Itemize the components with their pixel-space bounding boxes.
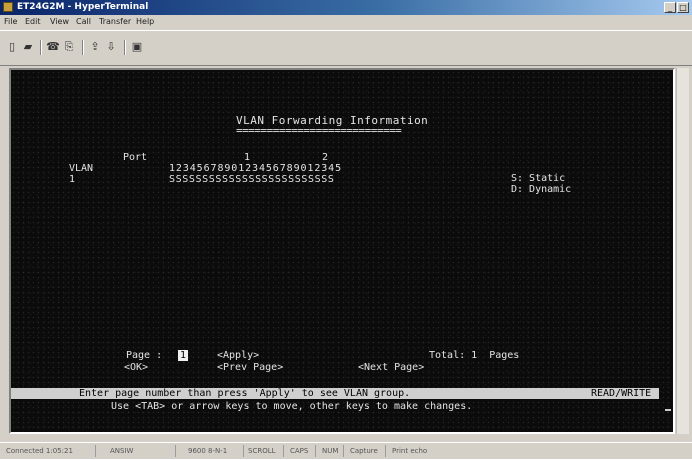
menu-call[interactable]: Call bbox=[76, 15, 91, 29]
send-icon[interactable]: ⇪ bbox=[88, 40, 102, 54]
status-separator bbox=[283, 445, 284, 457]
menu-file[interactable]: File bbox=[4, 15, 17, 29]
title-bar: ET24G2M - HyperTerminal _ □ bbox=[0, 0, 692, 15]
properties-icon[interactable]: ⎘ bbox=[62, 40, 76, 54]
title-underline: =========================== bbox=[236, 124, 402, 137]
port-settings: 9600 8-N-1 bbox=[188, 447, 228, 455]
terminal-screen[interactable]: VLAN Forwarding Information ============… bbox=[11, 70, 673, 432]
total-pages: Total: 1 Pages bbox=[429, 350, 520, 361]
status-separator bbox=[175, 445, 176, 457]
help-text: Enter page number than press 'Apply' to … bbox=[79, 388, 411, 399]
navigation-hint: Use <TAB> or arrow keys to move, other k… bbox=[111, 401, 473, 412]
toolbar-separator bbox=[82, 40, 84, 55]
status-separator bbox=[385, 445, 386, 457]
next-page-button[interactable]: <Next Page> bbox=[358, 362, 424, 374]
terminal-frame: VLAN Forwarding Information ============… bbox=[9, 68, 675, 434]
page-label: Page : bbox=[126, 350, 163, 361]
menu-transfer[interactable]: Transfer bbox=[99, 15, 131, 29]
maximize-button[interactable]: □ bbox=[677, 2, 689, 13]
disconnect-icon[interactable]: ☎ bbox=[46, 40, 60, 54]
capture-indicator: Capture bbox=[350, 447, 378, 455]
menu-help[interactable]: Help bbox=[136, 15, 154, 29]
vertical-scrollbar[interactable] bbox=[676, 68, 689, 434]
connected-time: Connected 1:05:21 bbox=[6, 447, 73, 455]
receive-icon[interactable]: ⇩ bbox=[104, 40, 118, 54]
status-bar: Connected 1:05:21 ANSIW 9600 8-N-1 SCROL… bbox=[0, 442, 692, 460]
page-number-field[interactable]: 1 bbox=[178, 350, 189, 362]
legend-dynamic: D: Dynamic bbox=[511, 184, 572, 195]
page-number-value: 1 bbox=[178, 350, 189, 361]
port-label: Port bbox=[123, 152, 148, 163]
emulation: ANSIW bbox=[110, 447, 134, 455]
cursor-mark bbox=[665, 409, 671, 411]
status-separator bbox=[343, 445, 344, 457]
status-separator bbox=[315, 445, 316, 457]
toolbar-separator bbox=[40, 40, 42, 55]
app-icon bbox=[3, 2, 13, 12]
menu-view[interactable]: View bbox=[50, 15, 69, 29]
toolbar-separator bbox=[124, 40, 126, 55]
num-indicator: NUM bbox=[322, 447, 339, 455]
print-echo-indicator: Print echo bbox=[392, 447, 428, 455]
prev-page-button[interactable]: <Prev Page> bbox=[217, 362, 283, 374]
menu-bar: File Edit View Call Transfer Help bbox=[0, 15, 692, 29]
vlan-id: 1 bbox=[69, 174, 76, 185]
status-separator bbox=[243, 445, 244, 457]
toolbar: ▯ ▰ ☎ ⎘ ⇪ ⇩ ▣ bbox=[0, 30, 692, 66]
status-separator bbox=[95, 445, 96, 457]
scroll-indicator: SCROLL bbox=[248, 447, 276, 455]
vlan-member-row: SSSSSSSSSSSSSSSSSSSSSSSSS bbox=[169, 174, 335, 185]
open-icon[interactable]: ▰ bbox=[21, 40, 35, 54]
apply-button[interactable]: <Apply> bbox=[217, 350, 259, 362]
caps-indicator: CAPS bbox=[290, 447, 309, 455]
hyperterminal-window: ET24G2M - HyperTerminal _ □ File Edit Vi… bbox=[0, 0, 692, 459]
window-title: ET24G2M - HyperTerminal bbox=[17, 2, 149, 12]
minimize-button[interactable]: _ bbox=[664, 2, 676, 13]
ok-button[interactable]: <OK> bbox=[124, 362, 148, 374]
access-mode: READ/WRITE bbox=[591, 388, 652, 399]
new-icon[interactable]: ▯ bbox=[5, 40, 19, 54]
props2-icon[interactable]: ▣ bbox=[130, 40, 144, 54]
menu-edit[interactable]: Edit bbox=[25, 15, 41, 29]
